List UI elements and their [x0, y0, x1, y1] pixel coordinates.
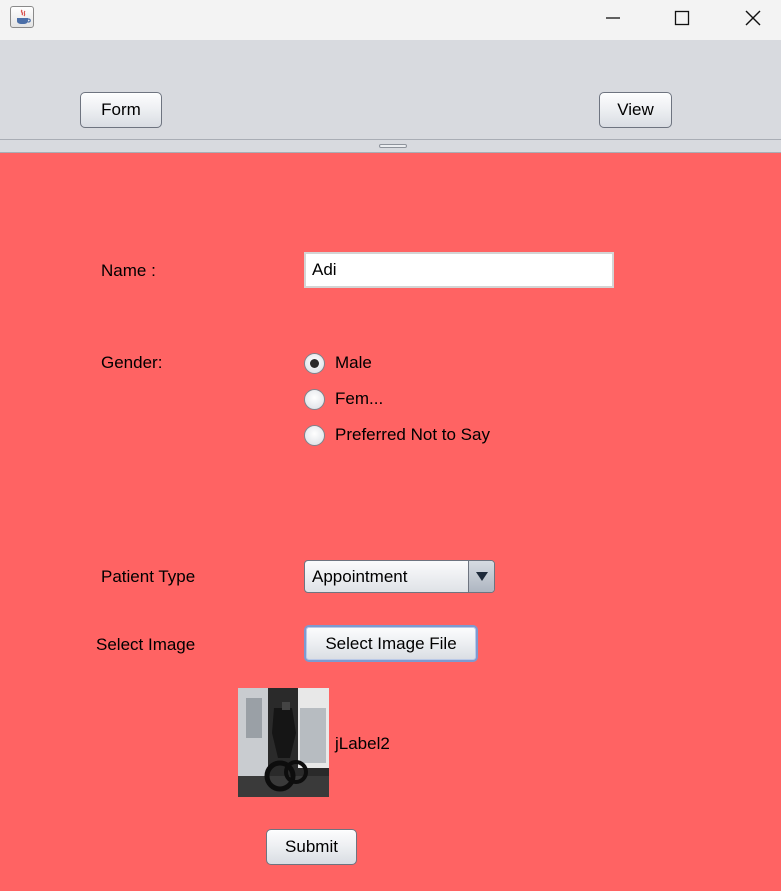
select-image-label: Select Image	[96, 635, 196, 654]
view-button[interactable]: View	[599, 92, 672, 128]
patient-type-value: Appointment	[312, 566, 408, 586]
patient-type-label: Patient Type	[101, 567, 196, 586]
java-cup-icon[interactable]	[10, 6, 34, 28]
split-pane-divider[interactable]	[0, 139, 781, 153]
selected-image-preview	[238, 688, 329, 797]
gender-option-male[interactable]: Male	[304, 351, 372, 375]
gender-option-label: Male	[335, 353, 372, 372]
divider-grip[interactable]	[379, 144, 407, 148]
form-button[interactable]: Form	[80, 92, 162, 128]
image-caption-label: jLabel2	[335, 734, 390, 753]
gender-option-unspecified[interactable]: Preferred Not to Say	[304, 423, 490, 447]
submit-button[interactable]: Submit	[266, 829, 357, 865]
gender-option-female[interactable]: Fem...	[304, 387, 383, 411]
radio-button-selected[interactable]	[304, 352, 325, 374]
title-bar	[0, 0, 781, 40]
chevron-down-icon[interactable]	[468, 561, 494, 592]
patient-type-dropdown[interactable]: Appointment	[304, 560, 495, 593]
gender-option-label: Fem...	[335, 389, 384, 408]
name-input[interactable]	[304, 252, 614, 288]
select-image-file-button[interactable]: Select Image File	[304, 625, 478, 662]
radio-button[interactable]	[304, 424, 325, 446]
radio-button[interactable]	[304, 388, 325, 410]
gender-option-label: Preferred Not to Say	[335, 425, 490, 444]
gender-label: Gender:	[101, 353, 163, 372]
name-label: Name :	[101, 261, 156, 280]
maximize-icon[interactable]	[659, 0, 705, 36]
minimize-icon[interactable]	[590, 0, 636, 36]
close-icon[interactable]	[730, 0, 776, 36]
